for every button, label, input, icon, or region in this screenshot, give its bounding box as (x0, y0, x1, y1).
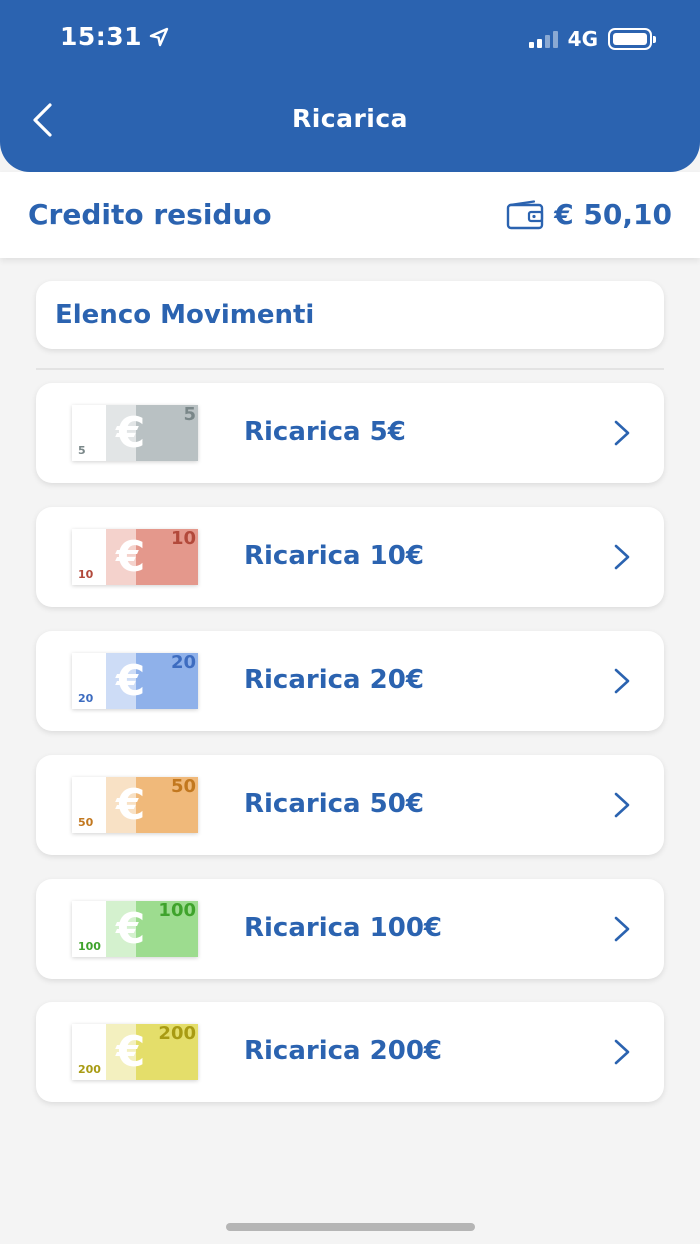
wallet-icon (507, 199, 544, 229)
topup-label: Ricarica 5€ (244, 417, 406, 447)
euro-icon: € (116, 656, 146, 705)
status-bar: 15:31 4G (0, 0, 700, 76)
topup-item-5[interactable]: € 5 5 Ricarica 5€ (36, 383, 664, 483)
topup-label: Ricarica 100€ (244, 913, 442, 943)
topup-label: Ricarica 200€ (244, 1036, 442, 1066)
banknote-icon: € 5 5 (72, 405, 198, 461)
topup-item-100[interactable]: € 100 100 Ricarica 100€ (36, 879, 664, 979)
chevron-right-icon (614, 792, 630, 818)
home-indicator[interactable] (226, 1223, 475, 1231)
topup-label: Ricarica 10€ (244, 541, 424, 571)
euro-icon: € (116, 408, 146, 457)
euro-icon: € (116, 532, 146, 581)
euro-icon: € (116, 1027, 146, 1076)
status-indicators: 4G (528, 27, 656, 51)
banknote-icon: € 10 10 (72, 529, 198, 585)
chevron-right-icon (614, 668, 630, 694)
banknote-value-small: 10 (78, 568, 94, 581)
banknote-value-small: 200 (78, 1063, 101, 1076)
banknote-value: 10 (170, 528, 196, 549)
topup-label: Ricarica 50€ (244, 789, 424, 819)
status-time-text: 15:31 (60, 22, 143, 51)
topup-item-20[interactable]: € 20 20 Ricarica 20€ (36, 631, 664, 731)
battery-icon (608, 28, 656, 50)
euro-icon: € (116, 780, 146, 829)
credit-balance: € 50,10 (506, 198, 672, 231)
movements-label: Elenco Movimenti (55, 300, 315, 330)
divider (36, 368, 664, 370)
banknote-value-small: 50 (78, 816, 94, 829)
chevron-right-icon (614, 544, 630, 570)
banknote-value-small: 5 (78, 444, 86, 457)
banknote-value: 20 (170, 652, 196, 673)
page-title: Ricarica (291, 104, 409, 133)
credit-summary: Credito residuo € 50,10 (0, 172, 700, 258)
banknote-value: 100 (158, 900, 196, 921)
banknote-icon: € 200 200 (72, 1024, 198, 1080)
banknote-icon: € 20 20 (72, 653, 198, 709)
banknote-value-small: 100 (78, 940, 101, 953)
topup-label: Ricarica 20€ (244, 665, 424, 695)
movements-list-button[interactable]: Elenco Movimenti (36, 281, 664, 349)
euro-icon: € (116, 904, 146, 953)
topup-item-200[interactable]: € 200 200 Ricarica 200€ (36, 1002, 664, 1102)
chevron-right-icon (614, 420, 630, 446)
banknote-value: 5 (183, 404, 196, 425)
credit-label: Credito residuo (28, 198, 272, 231)
chevron-right-icon (614, 1039, 630, 1065)
banknote-icon: € 50 50 (72, 777, 198, 833)
network-type: 4G (567, 27, 598, 51)
location-arrow-icon (149, 27, 169, 46)
topup-item-10[interactable]: € 10 10 Ricarica 10€ (36, 507, 664, 607)
signal-strength-icon (528, 30, 558, 48)
credit-value: € 50,10 (554, 198, 672, 231)
topup-item-50[interactable]: € 50 50 Ricarica 50€ (36, 755, 664, 855)
status-time: 15:31 (60, 22, 170, 51)
app-header: 15:31 4G Ricarica (0, 0, 700, 172)
banknote-value: 200 (158, 1023, 196, 1044)
banknote-value-small: 20 (78, 692, 94, 705)
chevron-right-icon (614, 916, 630, 942)
banknote-value: 50 (170, 776, 196, 797)
banknote-icon: € 100 100 (72, 901, 198, 957)
